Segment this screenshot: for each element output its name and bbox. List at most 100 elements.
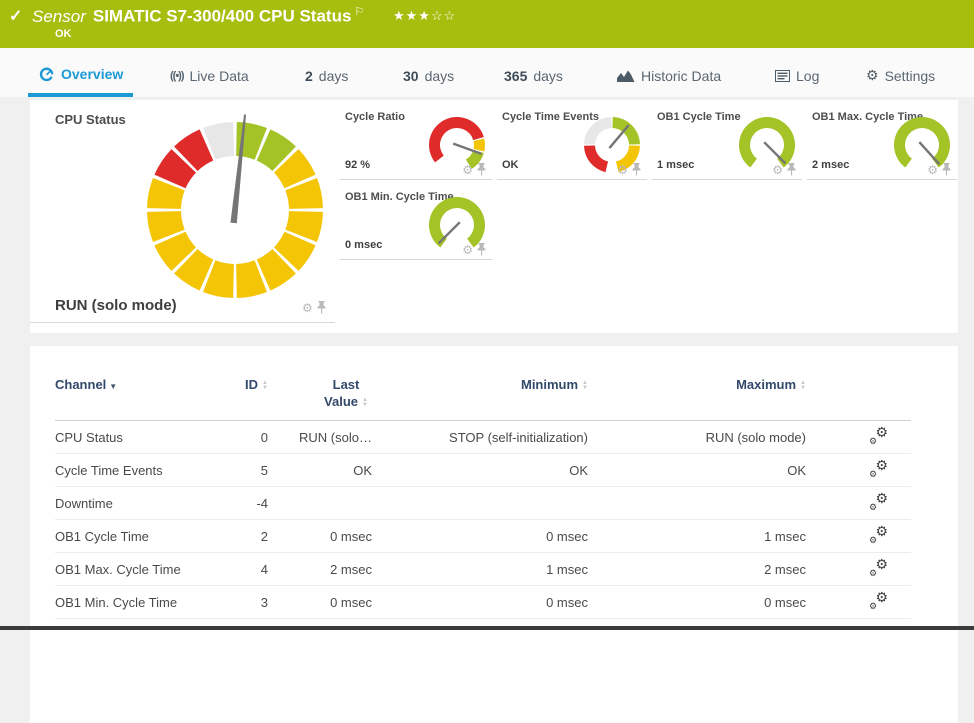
table-row: OB1 Min. Cycle Time30 msec0 msec0 msec⚙⚙ [55, 586, 911, 619]
mini-gauge-value: 2 msec [812, 159, 849, 171]
tab-bar: Overview ((•)) Live Data 2 days 30 days … [0, 48, 974, 97]
mini-panel-ob1-min-cycle-time: OB1 Min. Cycle Time 0 msec ⚙ [340, 188, 492, 260]
minimum-cell [372, 487, 588, 520]
channel-settings-icon[interactable]: ⚙⚙ [869, 461, 888, 477]
pin-icon[interactable] [317, 301, 326, 314]
channel-name-cell: OB1 Cycle Time [55, 520, 215, 553]
maximum-cell: RUN (solo mode) [588, 421, 806, 454]
channel-id-cell: -4 [215, 487, 268, 520]
channel-id-cell: 0 [215, 421, 268, 454]
column-header-settings [806, 376, 911, 421]
tab-label: Settings [885, 68, 936, 84]
minimum-cell: 0 msec [372, 520, 588, 553]
sensor-status-badge: OK [55, 28, 72, 40]
column-header-minimum[interactable]: Minimum▲▼ [372, 376, 588, 421]
tab-label: days [533, 68, 563, 84]
divider [30, 322, 335, 323]
table-row: Downtime-4 ⚙⚙ [55, 487, 911, 520]
minimum-cell: OK [372, 454, 588, 487]
channel-settings-icon[interactable]: ⚙⚙ [869, 428, 888, 444]
cpu-status-gauge [135, 110, 335, 310]
tab-number: 2 [305, 68, 313, 84]
tab-number: 30 [403, 68, 419, 84]
table-row: OB1 Cycle Time20 msec0 msec1 msec⚙⚙ [55, 520, 911, 553]
channel-settings-icon[interactable]: ⚙⚙ [869, 494, 888, 510]
historic-data-icon [617, 69, 635, 82]
main-gauge-title: CPU Status [55, 112, 126, 127]
minimum-cell: 0 msec [372, 586, 588, 619]
tab-label: Live Data [190, 68, 249, 84]
mini-panel-ob1-max-cycle-time: OB1 Max. Cycle Time 2 msec ⚙ [807, 108, 957, 180]
tab-30-days[interactable]: 30 days [393, 48, 464, 97]
sort-icon: ▲▼ [362, 398, 368, 408]
sort-icon: ▲▼ [582, 381, 588, 391]
channel-settings-icon[interactable]: ⚙⚙ [869, 527, 888, 543]
sort-icon: ▲▼ [800, 381, 806, 391]
tab-2-days[interactable]: 2 days [295, 48, 358, 97]
gear-icon: ⚙ [866, 67, 879, 84]
column-header-maximum[interactable]: Maximum▲▼ [588, 376, 806, 421]
tab-live-data[interactable]: ((•)) Live Data [160, 48, 259, 97]
tab-label: days [319, 68, 349, 84]
content-area: CPU Status RUN (solo mode) ⚙ Cycle Ratio… [0, 97, 974, 626]
overview-gauges-panel: CPU Status RUN (solo mode) ⚙ Cycle Ratio… [30, 100, 958, 333]
last-value-cell [268, 487, 372, 520]
maximum-cell: 1 msec [588, 520, 806, 553]
gear-icon[interactable]: ⚙ [302, 302, 313, 314]
table-row: OB1 Max. Cycle Time42 msec1 msec2 msec⚙⚙ [55, 553, 911, 586]
last-value-cell: 0 msec [268, 520, 372, 553]
pin-icon[interactable] [787, 163, 796, 176]
tab-label: days [425, 68, 455, 84]
pin-icon[interactable] [477, 163, 486, 176]
gear-icon[interactable]: ⚙ [927, 164, 938, 176]
table-row: Cycle Time Events5OKOKOK⚙⚙ [55, 454, 911, 487]
channels-table-panel: Channel▼ ID▲▼ Last Value▲▼ Minimum▲▼ Max… [30, 346, 958, 723]
column-header-channel[interactable]: Channel▼ [55, 376, 215, 421]
tab-365-days[interactable]: 365 days [494, 48, 573, 97]
channel-id-cell: 4 [215, 553, 268, 586]
gear-icon[interactable]: ⚙ [462, 164, 473, 176]
channel-settings-icon[interactable]: ⚙⚙ [869, 560, 888, 576]
mini-panel-cycle-time-events: Cycle Time Events OK ⚙ [497, 108, 647, 180]
maximum-cell: OK [588, 454, 806, 487]
gear-icon[interactable]: ⚙ [772, 164, 783, 176]
table-row: CPU Status0RUN (solo…STOP (self-initiali… [55, 421, 911, 454]
gear-icon[interactable]: ⚙ [462, 244, 473, 256]
channel-id-cell: 5 [215, 454, 268, 487]
mini-gauge-value: OK [502, 159, 519, 171]
priority-stars[interactable]: ★★★☆☆ [393, 8, 456, 24]
mini-gauge-title: Cycle Ratio [345, 111, 405, 123]
channel-settings-cell: ⚙⚙ [806, 487, 911, 520]
column-header-last-value[interactable]: Last Value▲▼ [268, 376, 372, 421]
column-header-id[interactable]: ID▲▼ [215, 376, 268, 421]
gear-icon[interactable]: ⚙ [617, 164, 628, 176]
sensor-header: ✓ SensorSIMATIC S7-300/400 CPU Status⚐ ★… [0, 0, 974, 48]
mini-gauge-value: 92 % [345, 159, 370, 171]
mini-gauge-value: 0 msec [345, 239, 382, 251]
priority-flag-icon[interactable]: ⚐ [354, 6, 364, 18]
minimum-cell: 1 msec [372, 553, 588, 586]
tab-historic-data[interactable]: Historic Data [607, 48, 731, 97]
pin-icon[interactable] [632, 163, 641, 176]
tab-label: Overview [61, 66, 123, 82]
tab-log[interactable]: Log [765, 48, 829, 97]
sensor-title: SIMATIC S7-300/400 CPU Status [93, 7, 352, 26]
live-data-icon: ((•)) [170, 70, 184, 82]
pin-icon[interactable] [942, 163, 951, 176]
channel-settings-icon[interactable]: ⚙⚙ [869, 593, 888, 609]
sort-desc-icon: ▼ [109, 382, 117, 391]
tab-number: 365 [504, 68, 527, 84]
channel-name-cell: Downtime [55, 487, 215, 520]
tab-settings[interactable]: ⚙ Settings [856, 48, 945, 97]
channel-table-body: CPU Status0RUN (solo…STOP (self-initiali… [55, 421, 911, 619]
channel-settings-cell: ⚙⚙ [806, 586, 911, 619]
bottom-bar [0, 626, 974, 630]
sort-icon: ▲▼ [262, 381, 268, 391]
tab-overview[interactable]: Overview [28, 48, 133, 97]
channel-settings-cell: ⚙⚙ [806, 421, 911, 454]
log-icon [775, 70, 790, 82]
pin-icon[interactable] [477, 243, 486, 256]
channel-id-cell: 3 [215, 586, 268, 619]
last-value-cell: RUN (solo… [268, 421, 372, 454]
channels-table: Channel▼ ID▲▼ Last Value▲▼ Minimum▲▼ Max… [55, 376, 911, 619]
